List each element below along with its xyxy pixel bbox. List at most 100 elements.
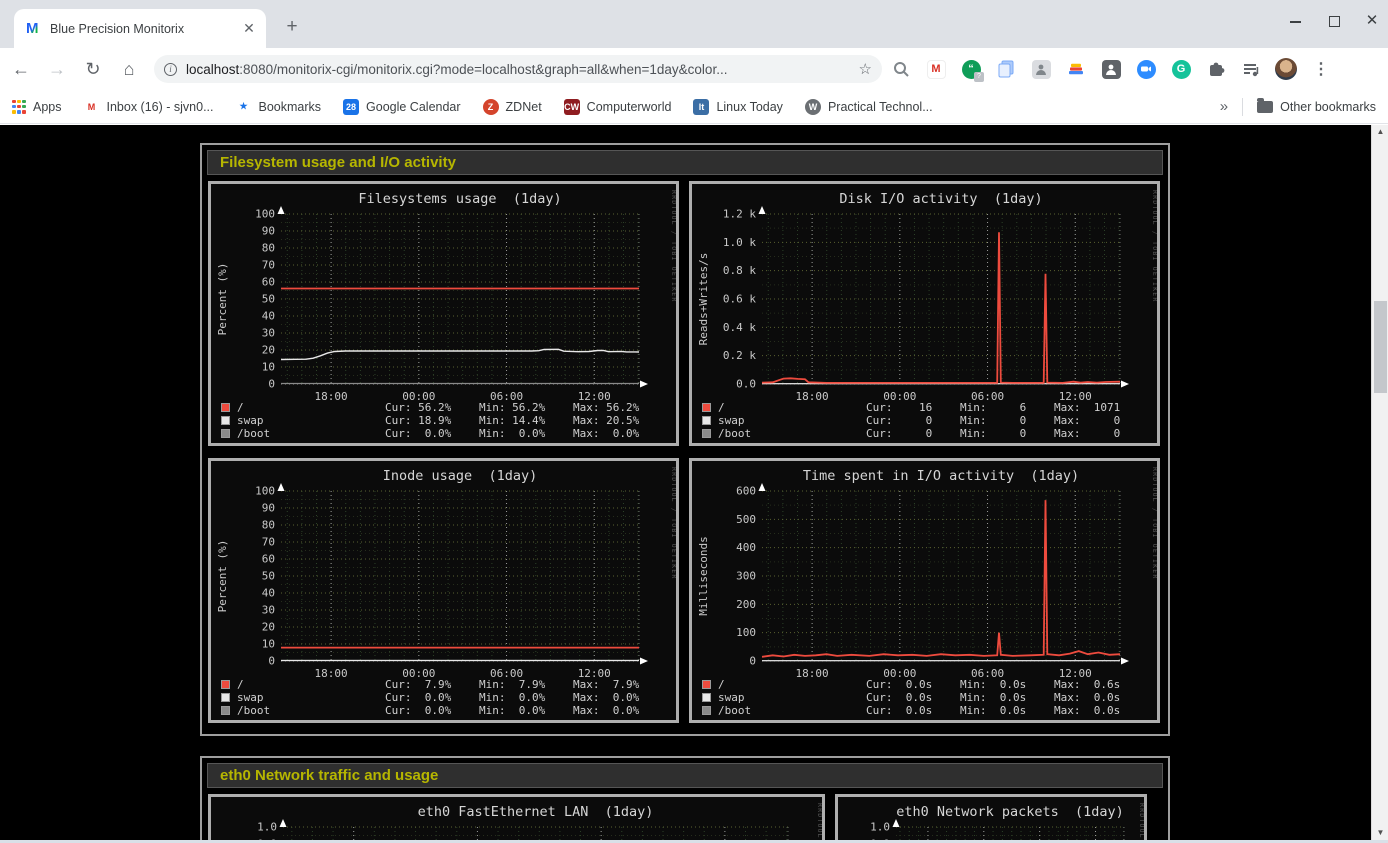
chart-panel-io_time[interactable]: 010020030040050060018:0000:0006:0012:00T… — [689, 458, 1160, 723]
back-button[interactable]: ← — [6, 54, 36, 84]
legend-swatch — [221, 706, 230, 715]
svg-text:100: 100 — [255, 208, 275, 221]
scroll-up-arrow-icon[interactable]: ▲ — [1372, 125, 1388, 139]
legend-cur-value: Cur: 0.0s — [866, 691, 960, 704]
tab-close-icon[interactable]: ✕ — [240, 20, 258, 37]
bookmark-label: Practical Technol... — [828, 100, 933, 114]
grammarly-icon[interactable]: G — [1170, 58, 1192, 80]
legend-swatch — [221, 693, 230, 702]
svg-text:06:00: 06:00 — [971, 667, 1004, 677]
svg-text:20: 20 — [262, 344, 275, 357]
bookmark-item-computerworld[interactable]: CWComputerworld — [564, 99, 672, 115]
copy-pages-icon[interactable] — [995, 58, 1017, 80]
legend-series-name: / — [237, 678, 385, 691]
bookmark-item-zdnet[interactable]: ZZDNet — [483, 99, 542, 115]
legend-row: swapCur: 0.0%Min: 0.0%Max: 0.0% — [221, 691, 676, 704]
monitorix-page: Filesystem usage and I/O activity 010203… — [0, 125, 1371, 840]
menu-kebab-icon[interactable]: ⋮ — [1310, 58, 1332, 80]
svg-text:500: 500 — [736, 513, 756, 526]
bookmark-item-calendar[interactable]: 28 Google Calendar — [343, 99, 461, 115]
bookmark-item-star[interactable]: ★Bookmarks — [236, 99, 322, 115]
home-button[interactable]: ⌂ — [114, 54, 144, 84]
url-text[interactable]: localhost:8080/monitorix-cgi/monitorix.c… — [186, 62, 853, 77]
gmail-icon[interactable]: M — [925, 58, 947, 80]
tab-strip: M Blue Precision Monitorix ✕ + ✕ — [0, 0, 1388, 48]
avatar — [1275, 58, 1297, 80]
profile-light-icon[interactable] — [1030, 58, 1052, 80]
page-info-icon[interactable]: i — [164, 63, 177, 76]
calendar-icon: 28 — [343, 99, 359, 115]
forward-button[interactable]: → — [42, 54, 72, 84]
svg-text:06:00: 06:00 — [490, 390, 523, 400]
legend-max-value: Max: 0.6s — [1054, 678, 1148, 691]
other-bookmarks-label: Other bookmarks — [1280, 100, 1376, 114]
svg-text:40: 40 — [262, 310, 275, 323]
svg-text:RRDTOOL / TOBI OETIKER: RRDTOOL / TOBI OETIKER — [1151, 467, 1157, 580]
gmail-glyph: M — [927, 60, 946, 79]
svg-text:70: 70 — [262, 259, 275, 272]
svg-text:Percent (%): Percent (%) — [216, 263, 229, 336]
bookmark-star-icon[interactable]: ☆ — [859, 60, 872, 78]
svg-text:60: 60 — [262, 553, 275, 566]
url-host: localhost — [186, 62, 239, 77]
other-bookmarks-button[interactable]: Other bookmarks — [1257, 100, 1376, 114]
chart-panel-fs_usage[interactable]: 010203040506070809010018:0000:0006:0012:… — [208, 181, 679, 446]
avatar[interactable] — [1275, 58, 1297, 80]
legend-swatch — [221, 429, 230, 438]
chart-panel-eth0_packets[interactable]: 0.00.10.20.30.40.50.60.70.80.91.0eth0 Ne… — [835, 794, 1147, 840]
puzzle-icon[interactable] — [1205, 58, 1227, 80]
legend-row: swapCur: 18.9%Min: 14.4%Max: 20.5% — [221, 414, 676, 427]
legend-series-name: swap — [718, 691, 866, 704]
legend-swatch — [702, 403, 711, 412]
svg-text:200: 200 — [736, 598, 756, 611]
legend-row: /Cur: 16Min: 6Max: 1071 — [702, 401, 1157, 414]
svg-text:Percent (%): Percent (%) — [216, 540, 229, 613]
svg-text:60: 60 — [262, 276, 275, 289]
svg-text:00:00: 00:00 — [402, 667, 435, 677]
svg-text:70: 70 — [262, 536, 275, 549]
bookmark-item-wordpress[interactable]: WPractical Technol... — [805, 99, 933, 115]
gmail-icon: M — [84, 99, 100, 115]
hangouts-icon[interactable]: “? — [960, 58, 982, 80]
section-title-eth0: eth0 Network traffic and usage — [207, 763, 1163, 788]
svg-text:80: 80 — [262, 242, 275, 255]
legend-cur-value: Cur: 0.0% — [385, 691, 479, 704]
playlist-icon[interactable] — [1240, 58, 1262, 80]
scroll-down-arrow-icon[interactable]: ▼ — [1372, 826, 1388, 840]
svg-text:90: 90 — [262, 225, 275, 238]
bookmarks-overflow-chevron[interactable]: » — [1220, 98, 1228, 115]
zoom-camera-icon[interactable] — [1135, 58, 1157, 80]
address-bar[interactable]: i localhost:8080/monitorix-cgi/monitorix… — [154, 55, 882, 83]
apps-shortcut[interactable]: Apps — [12, 100, 62, 114]
window-close-button[interactable]: ✕ — [1364, 13, 1380, 29]
new-tab-button[interactable]: + — [280, 16, 304, 38]
tab-blue-precision-monitorix[interactable]: M Blue Precision Monitorix ✕ — [14, 9, 266, 48]
legend-swatch — [702, 429, 711, 438]
star-icon: ★ — [236, 99, 252, 115]
chart-panel-disk_io[interactable]: 0.00.2 k0.4 k0.6 k0.8 k1.0 k1.2 k18:0000… — [689, 181, 1160, 446]
svg-text:00:00: 00:00 — [883, 667, 916, 677]
svg-text:06:00: 06:00 — [971, 390, 1004, 400]
extension-icons-area: M “? G ⋮ — [890, 58, 1332, 80]
legend-series-name: /boot — [237, 427, 385, 440]
bookmark-item-gmail[interactable]: MInbox (16) - sjvn0... — [84, 99, 214, 115]
chart-panel-inode_usage[interactable]: 010203040506070809010018:0000:0006:0012:… — [208, 458, 679, 723]
page-scrollbar[interactable]: ▲ ▼ — [1371, 125, 1388, 840]
apps-grid-icon — [12, 100, 26, 114]
legend-series-name: /boot — [718, 427, 866, 440]
maximize-button[interactable] — [1326, 13, 1342, 29]
legend-min-value: Min: 7.9% — [479, 678, 573, 691]
bookmark-label: Google Calendar — [366, 100, 461, 114]
books-icon[interactable] — [1065, 58, 1087, 80]
svg-text:0.0: 0.0 — [736, 378, 756, 391]
legend-series-name: / — [718, 678, 866, 691]
profile-dark-icon[interactable] — [1100, 58, 1122, 80]
search-icon[interactable] — [890, 58, 912, 80]
minimize-button[interactable] — [1288, 13, 1304, 29]
chart-panel-eth0_lan[interactable]: 0.00.10.20.30.40.50.60.70.80.91.0eth0 Fa… — [208, 794, 825, 840]
svg-text:300: 300 — [736, 570, 756, 583]
scrollbar-thumb[interactable] — [1374, 301, 1387, 393]
reload-button[interactable]: ↻ — [78, 54, 108, 84]
svg-text:12:00: 12:00 — [1059, 390, 1092, 400]
bookmark-item-linuxtoday[interactable]: ltLinux Today — [693, 99, 783, 115]
